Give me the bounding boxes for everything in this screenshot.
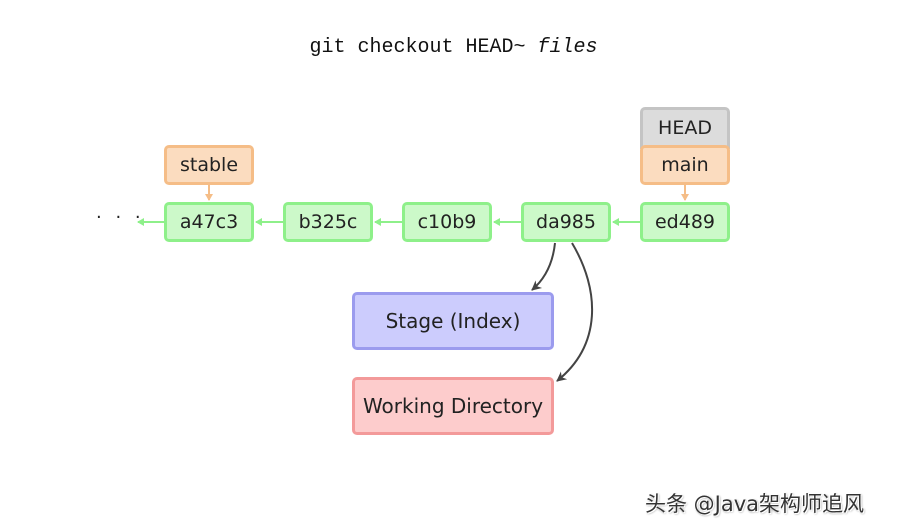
branch-name: main (661, 154, 709, 176)
watermark: 头条 @Java架构师追风 (645, 492, 865, 516)
commit-id: da985 (536, 211, 596, 233)
branch-name: stable (179, 154, 239, 176)
commit-node[interactable]: ed489 (640, 202, 730, 242)
commit-id: c10b9 (417, 211, 477, 233)
checkout-arrow-to-stage (531, 242, 556, 291)
working-directory-area: Working Directory (352, 377, 554, 435)
connector-layer (137, 185, 689, 382)
commit-node[interactable]: da985 (521, 202, 611, 242)
history-ellipsis: · · · (96, 207, 145, 228)
checkout-arrow-to-workdir (556, 242, 594, 382)
head-pointer[interactable]: HEAD (640, 107, 730, 149)
branch-label-stable[interactable]: stable (164, 145, 254, 185)
stage-label: Stage (Index) (385, 309, 521, 333)
commit-node[interactable]: a47c3 (164, 202, 254, 242)
branch-label-main[interactable]: main (640, 145, 730, 185)
commit-node[interactable]: b325c (283, 202, 373, 242)
commit-id: a47c3 (179, 211, 239, 233)
commit-node[interactable]: c10b9 (402, 202, 492, 242)
commit-id: b325c (298, 211, 358, 233)
head-label: HEAD (658, 117, 712, 139)
stage-index-area: Stage (Index) (352, 292, 554, 350)
commit-id: ed489 (654, 211, 715, 233)
working-directory-label: Working Directory (362, 394, 544, 418)
